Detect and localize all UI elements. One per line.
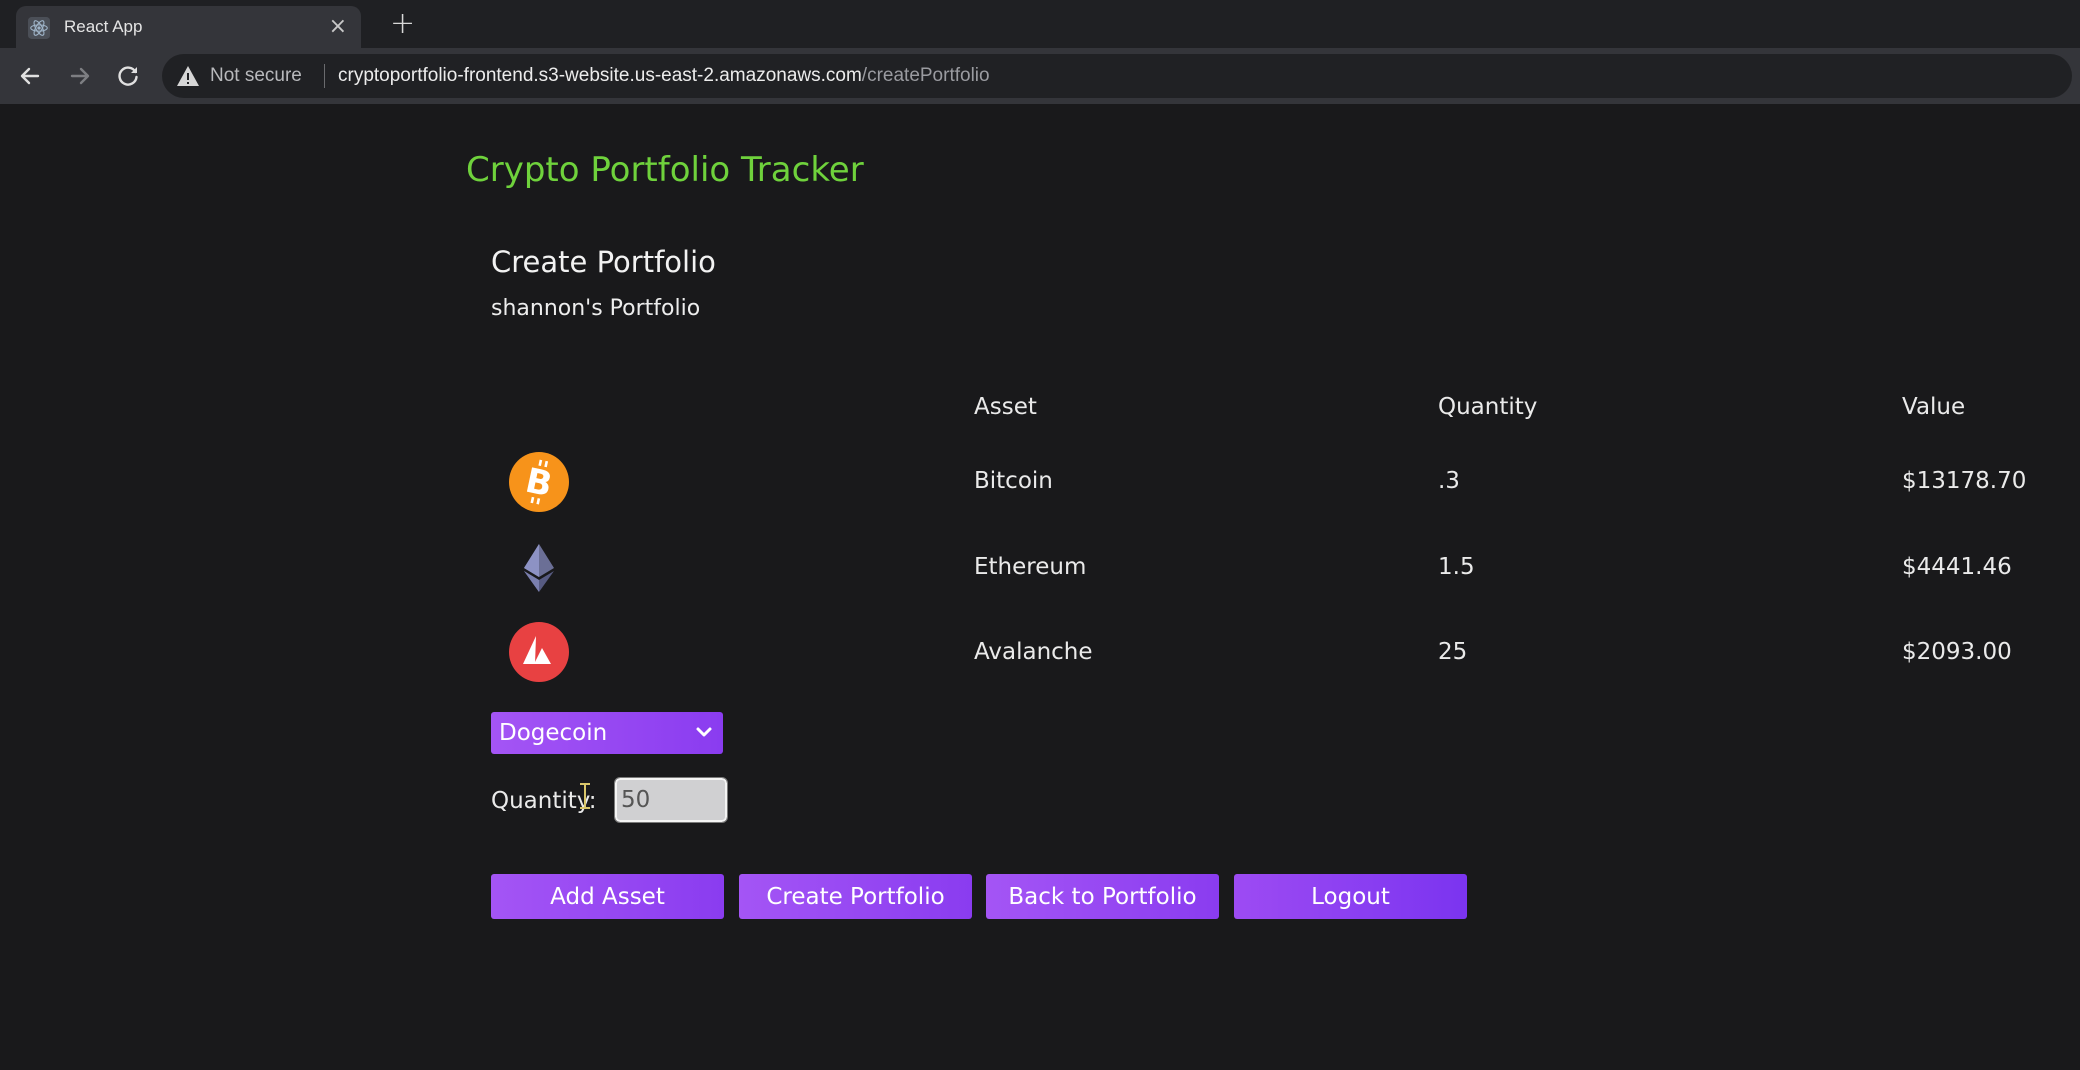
url-host: cryptoportfolio-frontend.s3-website.us-e… [338,65,862,86]
column-header-value: Value [1902,394,1966,420]
chevron-down-icon [696,727,712,737]
ethereum-icon [524,544,554,592]
quantity-input[interactable]: 50 [614,777,728,823]
address-bar[interactable]: Not secure cryptoportfolio-frontend.s3-w… [162,54,2072,98]
text-cursor-icon [580,783,590,809]
coin-select[interactable]: Dogecoin [491,712,723,754]
browser-tab[interactable]: React App × [16,6,361,48]
browser-toolbar: Not secure cryptoportfolio-frontend.s3-w… [0,48,2080,104]
security-status[interactable]: Not secure [210,65,302,87]
asset-quantity: 25 [1438,639,1468,665]
avalanche-icon [509,622,569,682]
asset-name: Ethereum [974,554,1087,580]
logout-button[interactable]: Logout [1234,874,1467,919]
react-favicon-icon [28,17,50,39]
portfolio-name: shannon's Portfolio [491,296,701,321]
add-asset-button[interactable]: Add Asset [491,874,724,919]
asset-value: $4441.46 [1902,554,2012,580]
address-divider [324,64,325,88]
asset-name: Bitcoin [974,468,1053,494]
back-to-portfolio-button[interactable]: Back to Portfolio [986,874,1219,919]
browser-tabstrip: React App × + [0,0,2080,48]
asset-value: $13178.70 [1902,468,2027,494]
asset-quantity: 1.5 [1438,554,1475,580]
column-header-asset: Asset [974,394,1037,420]
app-title: Crypto Portfolio Tracker [466,150,864,190]
back-arrow-icon[interactable] [16,62,44,90]
tab-title: React App [64,17,143,36]
asset-quantity: .3 [1438,468,1460,494]
create-portfolio-button[interactable]: Create Portfolio [739,874,972,919]
reload-icon[interactable] [114,62,142,90]
coin-select-value: Dogecoin [499,720,608,746]
url-path: /createPortfolio [861,65,990,86]
asset-value: $2093.00 [1902,639,2012,665]
asset-name: Avalanche [974,639,1093,665]
bitcoin-icon: B [509,452,569,512]
warning-icon[interactable] [176,65,200,87]
close-tab-icon[interactable]: × [329,14,347,39]
new-tab-icon[interactable]: + [390,6,415,41]
page-title: Create Portfolio [491,245,716,279]
column-header-quantity: Quantity [1438,394,1538,420]
url-text[interactable]: cryptoportfolio-frontend.s3-website.us-e… [338,65,990,87]
forward-arrow-icon[interactable] [66,62,94,90]
